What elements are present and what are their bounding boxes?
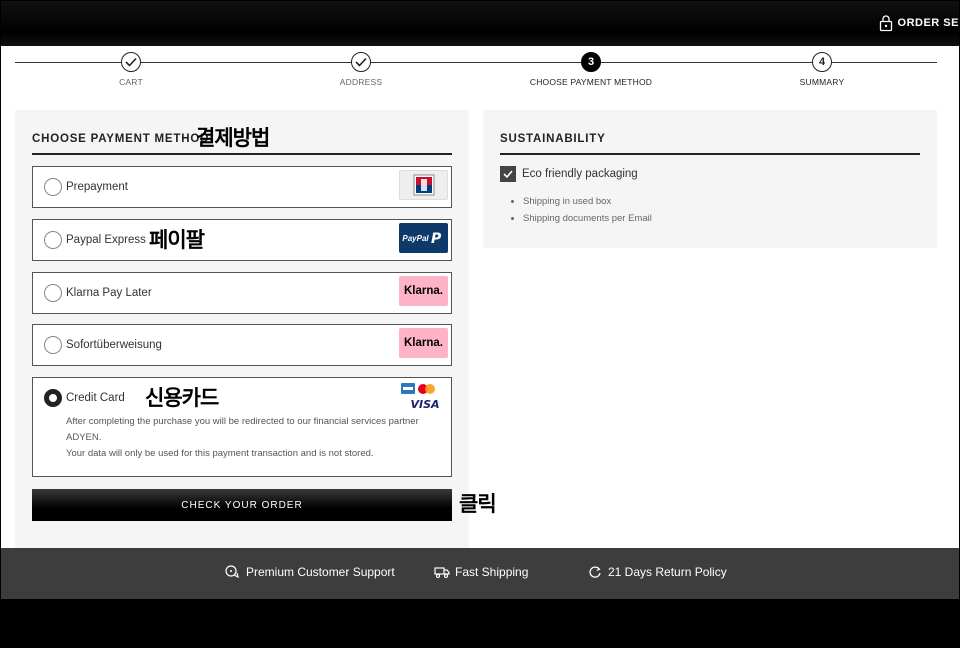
footer-item-shipping: Fast Shipping: [434, 565, 528, 579]
klarna-logo-icon: Klarna.: [399, 328, 448, 358]
ec-icon: [399, 170, 448, 200]
checkmark-icon: [125, 57, 137, 67]
footer-bar: Premium Customer Support Fast Shipping 2…: [1, 548, 959, 599]
lock-icon: [879, 15, 892, 32]
truck-icon: [434, 567, 450, 579]
paypal-badge-text: PayPal: [402, 233, 429, 243]
eco-label: Eco friendly packaging: [522, 168, 638, 180]
cc-desc-line-2: ADYEN.: [66, 432, 102, 443]
eco-checkbox[interactable]: [500, 166, 516, 182]
step-summary: 4 SUMMARY: [732, 52, 912, 87]
footer-label-support: Premium Customer Support: [246, 565, 395, 579]
eco-packaging-option[interactable]: Eco friendly packaging: [500, 166, 638, 182]
step-address-circle: [351, 52, 371, 72]
sofort-badge-text: Klarna.: [404, 337, 443, 349]
payment-title: CHOOSE PAYMENT METHOD: [32, 133, 210, 145]
radio-klarna[interactable]: [44, 284, 62, 302]
visa-icon: VISA: [410, 398, 439, 411]
check-your-order-button[interactable]: CHECK YOUR ORDER: [32, 489, 452, 521]
paypal-annotation: 페이팔: [149, 228, 205, 252]
sustainability-panel: SUSTAINABILITY Eco friendly packaging Sh…: [483, 110, 937, 248]
app-frame: ORDER SE CART ADDRESS 3 CHOOSE PAYMENT M…: [1, 1, 959, 647]
payment-title-annotation: 결제방법: [196, 126, 270, 150]
step-payment-label: CHOOSE PAYMENT METHOD: [529, 77, 653, 87]
option-label-prepayment: Prepayment: [66, 181, 129, 193]
step-address[interactable]: ADDRESS: [271, 52, 451, 87]
step-payment-circle: 3: [581, 52, 601, 72]
eco-details-list: Shipping in used box Shipping documents …: [523, 196, 652, 230]
checkout-stepper: CART ADDRESS 3 CHOOSE PAYMENT METHOD 4 S…: [15, 52, 937, 92]
credit-card-description: After completing the purchase you will b…: [66, 414, 446, 462]
list-item: Shipping documents per Email: [523, 213, 652, 224]
paypal-logo-icon: PayPal P: [399, 223, 448, 253]
step-summary-label: SUMMARY: [799, 77, 845, 87]
payment-option-credit-card[interactable]: Credit Card 신용카드 VISA After completing t…: [32, 377, 452, 477]
option-label-sofort: Sofortüberweisung: [66, 339, 162, 351]
return-icon: [589, 566, 601, 578]
card-logos: VISA: [401, 383, 441, 411]
payment-option-sofort[interactable]: Sofortüberweisung Klarna.: [32, 324, 452, 366]
sustainability-title-rule: [500, 153, 920, 155]
option-label-paypal: Paypal Express: [66, 234, 146, 246]
cc-desc-line-1: After completing the purchase you will b…: [66, 416, 419, 427]
checkout-main: CART ADDRESS 3 CHOOSE PAYMENT METHOD 4 S…: [1, 46, 959, 548]
payment-panel: CHOOSE PAYMENT METHOD 결제방법 Prepayment Pa…: [15, 110, 469, 548]
cc-desc-line-3: Your data will only be used for this pay…: [66, 448, 374, 459]
top-bar: ORDER SE: [1, 1, 959, 46]
step-payment: 3 CHOOSE PAYMENT METHOD: [501, 52, 681, 87]
svg-text:P: P: [431, 231, 442, 246]
order-secure-indicator: ORDER SE: [879, 13, 959, 33]
checkmark-icon: [503, 170, 513, 178]
radio-prepayment[interactable]: [44, 178, 62, 196]
payment-option-klarna[interactable]: Klarna Pay Later Klarna.: [32, 272, 452, 314]
list-item: Shipping in used box: [523, 196, 652, 207]
payment-option-prepayment[interactable]: Prepayment: [32, 166, 452, 208]
radio-paypal[interactable]: [44, 231, 62, 249]
chat-icon: [225, 565, 239, 579]
order-secure-label: ORDER SE: [897, 17, 959, 29]
step-address-label: ADDRESS: [339, 77, 383, 87]
footer-item-support: Premium Customer Support: [225, 565, 395, 579]
klarna-logo-icon: Klarna.: [399, 276, 448, 306]
payment-option-paypal[interactable]: Paypal Express 페이팔 PayPal P: [32, 219, 452, 261]
option-label-credit-card: Credit Card: [66, 392, 125, 404]
step-summary-circle: 4: [812, 52, 832, 72]
footer-label-returns: 21 Days Return Policy: [608, 565, 727, 579]
footer-label-shipping: Fast Shipping: [455, 565, 529, 579]
option-label-klarna: Klarna Pay Later: [66, 287, 152, 299]
button-annotation: 클릭: [459, 492, 497, 516]
step-cart[interactable]: CART: [41, 52, 221, 87]
step-cart-circle: [121, 52, 141, 72]
credit-card-annotation: 신용카드: [145, 386, 219, 410]
radio-credit-card[interactable]: [44, 389, 62, 407]
checkmark-icon: [355, 57, 367, 67]
step-cart-label: CART: [119, 77, 143, 87]
sustainability-title: SUSTAINABILITY: [500, 133, 606, 145]
payment-title-rule: [32, 153, 452, 155]
klarna-badge-text: Klarna.: [404, 285, 443, 297]
radio-sofort[interactable]: [44, 336, 62, 354]
footer-item-returns: 21 Days Return Policy: [587, 565, 727, 579]
